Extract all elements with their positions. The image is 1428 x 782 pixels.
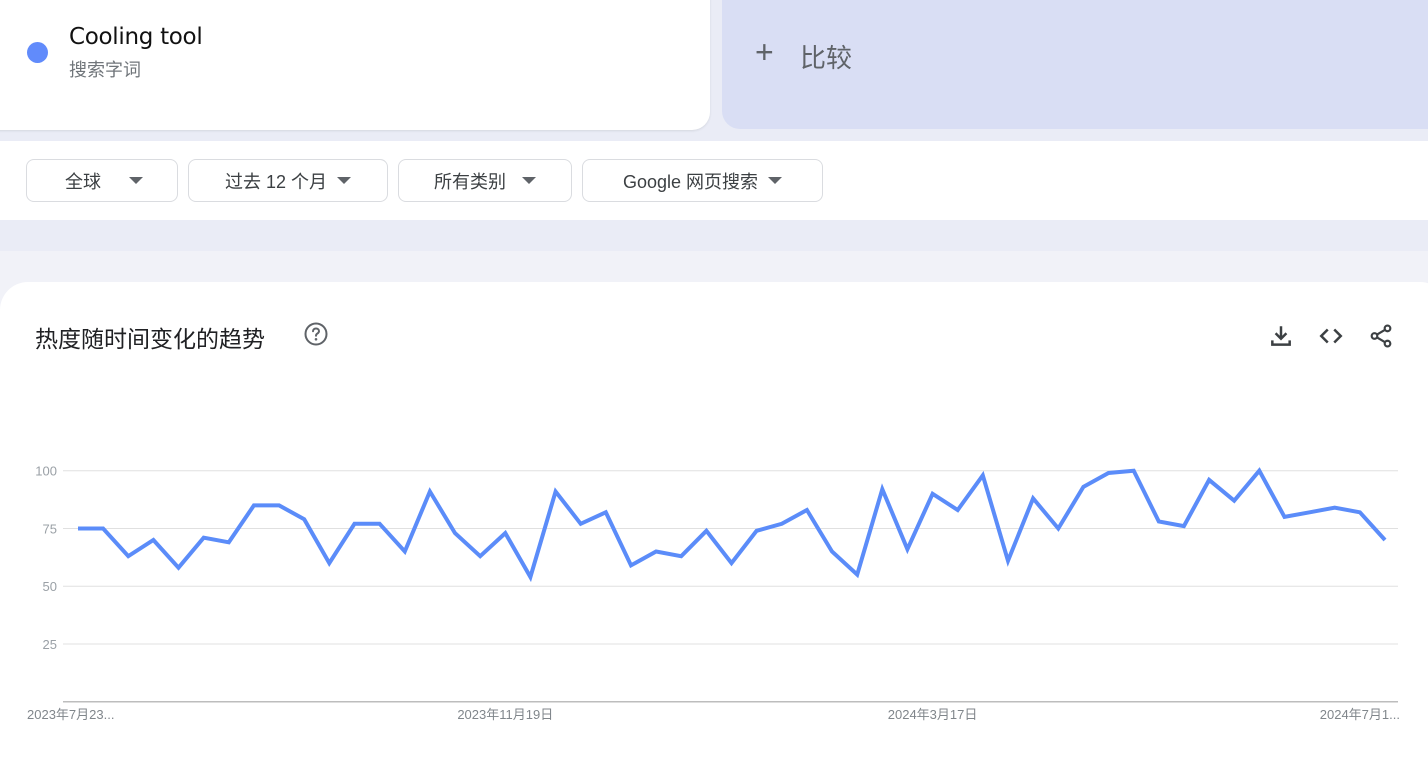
data-point[interactable] [449, 527, 461, 539]
x-tick-label: 2024年3月17日 [888, 707, 978, 722]
data-point[interactable] [1253, 465, 1265, 477]
data-point[interactable] [851, 569, 863, 581]
data-point[interactable] [374, 518, 386, 530]
data-point[interactable] [876, 483, 888, 495]
data-point[interactable] [424, 485, 436, 497]
data-point[interactable] [726, 557, 738, 569]
data-point[interactable] [72, 522, 84, 534]
data-point[interactable] [298, 513, 310, 525]
data-point[interactable] [575, 518, 587, 530]
data-point[interactable] [650, 546, 662, 558]
y-tick-label: 25 [43, 637, 57, 652]
data-point[interactable] [1178, 520, 1190, 532]
data-point[interactable] [524, 571, 536, 583]
data-point[interactable] [223, 536, 235, 548]
data-point[interactable] [1379, 534, 1391, 546]
data-point[interactable] [751, 525, 763, 537]
data-point[interactable] [1027, 492, 1039, 504]
data-point[interactable] [273, 499, 285, 511]
data-point[interactable] [700, 525, 712, 537]
y-tick-label: 50 [43, 579, 57, 594]
data-point[interactable] [776, 518, 788, 530]
data-point[interactable] [1278, 511, 1290, 523]
data-point[interactable] [600, 506, 612, 518]
data-point[interactable] [323, 557, 335, 569]
data-point[interactable] [1077, 481, 1089, 493]
data-point[interactable] [248, 499, 260, 511]
data-point[interactable] [1329, 502, 1341, 514]
data-point[interactable] [625, 559, 637, 571]
data-point[interactable] [927, 488, 939, 500]
data-point[interactable] [1153, 516, 1165, 528]
data-point[interactable] [952, 504, 964, 516]
data-point[interactable] [550, 485, 562, 497]
data-point[interactable] [474, 550, 486, 562]
data-point[interactable] [1128, 465, 1140, 477]
y-tick-label: 100 [35, 464, 57, 479]
data-point[interactable] [901, 543, 913, 555]
y-tick-label: 75 [43, 521, 57, 536]
data-point[interactable] [801, 504, 813, 516]
data-point[interactable] [1354, 506, 1366, 518]
data-point[interactable] [122, 550, 134, 562]
trend-line-chart: 25 50 75 100 2023年7月23... 2023年11月19日 2024年3月… [27, 464, 1400, 722]
data-point[interactable] [1052, 522, 1064, 534]
data-point[interactable] [499, 527, 511, 539]
data-point[interactable] [826, 546, 838, 558]
data-point[interactable] [977, 469, 989, 481]
data-point[interactable] [1103, 467, 1115, 479]
x-tick-label: 2024年7月1... [1320, 707, 1400, 722]
data-point[interactable] [348, 518, 360, 530]
data-point[interactable] [1228, 495, 1240, 507]
data-point[interactable] [399, 546, 411, 558]
data-point[interactable] [97, 522, 109, 534]
x-tick-label: 2023年7月23... [27, 707, 114, 722]
data-point[interactable] [1203, 474, 1215, 486]
data-point[interactable] [1002, 555, 1014, 567]
data-point[interactable] [198, 532, 210, 544]
x-tick-label: 2023年11月19日 [457, 707, 553, 722]
data-point[interactable] [173, 562, 185, 574]
data-point[interactable] [1304, 506, 1316, 518]
data-point[interactable] [147, 534, 159, 546]
data-point[interactable] [675, 550, 687, 562]
